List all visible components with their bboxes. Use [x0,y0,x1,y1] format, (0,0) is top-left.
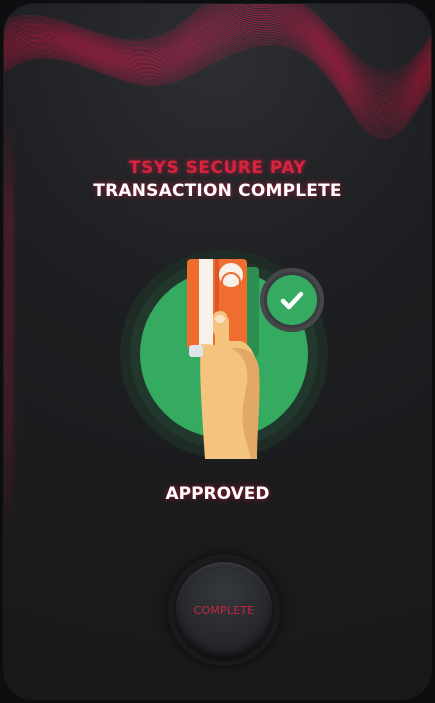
wave-line [4,4,431,90]
wave-line [4,6,431,98]
payment-screen: TSYS SECURE PAY TRANSACTION COMPLETE APP… [0,0,435,703]
wave-line [4,10,431,101]
approved-check-badge [260,268,324,332]
wave-line [4,19,431,111]
wave-line [4,20,431,113]
check-circle [267,275,317,325]
wave-line [4,31,431,124]
checkmark-icon [280,291,304,310]
wave-line [4,32,431,126]
wave-line [4,4,431,80]
wave-line [4,42,431,137]
wave-line [4,4,431,94]
complete-button[interactable]: COMPLETE [176,562,272,658]
wave-decoration [4,4,431,140]
wave-line [4,34,431,128]
wave-line [4,27,431,120]
wave-line [4,4,431,78]
wave-line [4,4,431,88]
wave-line [4,17,431,109]
complete-button-label: COMPLETE [193,603,255,617]
wave-line [4,4,431,84]
side-glow-decoration [4,114,14,544]
wave-line [4,24,431,116]
wave-line [4,29,431,122]
wave-line [4,39,431,134]
wave-line [4,13,431,105]
wave-line [4,12,431,103]
approval-status: APPROVED [165,484,270,504]
brand-title: TSYS SECURE PAY [128,158,307,178]
wave-line [4,5,431,96]
wave-line [4,22,431,115]
wave-line [4,4,431,77]
app-panel: TSYS SECURE PAY TRANSACTION COMPLETE APP… [4,4,431,699]
wave-line [4,4,431,86]
wave-line [4,41,431,136]
wave-line [4,8,431,99]
transaction-title: TRANSACTION COMPLETE [93,181,342,201]
complete-button-ring: COMPLETE [168,554,280,666]
wave-line [4,15,431,107]
wave-line [4,4,431,82]
wave-line [4,4,431,92]
wave-line [4,4,431,75]
wave-line [4,36,431,130]
wave-line [4,4,431,73]
wave-line [4,37,431,132]
wave-line [4,44,431,140]
wave-line [4,26,431,118]
